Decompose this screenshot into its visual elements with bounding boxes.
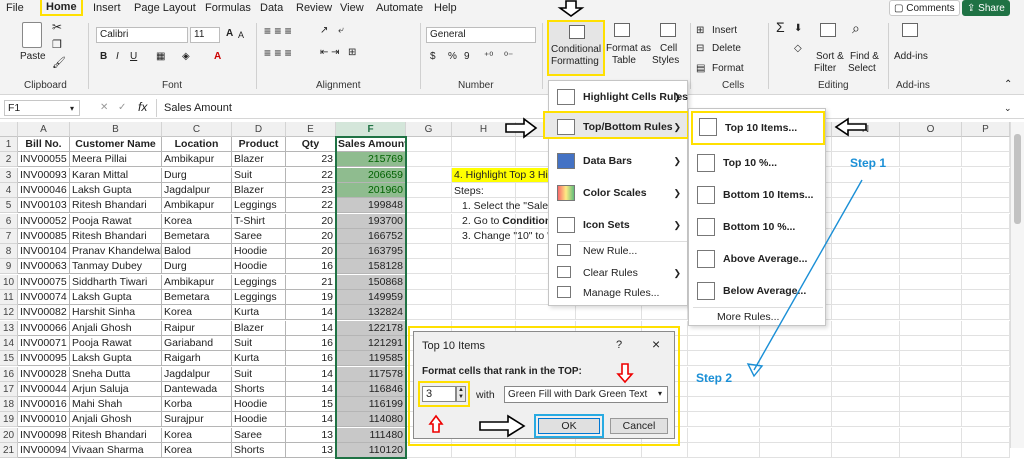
red-arrow-up-icon	[428, 414, 444, 433]
step-arrowhead-icon	[746, 363, 764, 378]
arrow-right-icon	[505, 117, 538, 139]
arrow-ok-icon	[479, 414, 526, 438]
red-arrow-down-icon	[616, 363, 634, 384]
step-1-label: Step 1	[850, 156, 887, 170]
annotation-overlay	[428, 0, 867, 438]
arrow-down-icon	[557, 0, 585, 17]
step-2-label: Step 2	[696, 371, 733, 385]
step-connector-line	[753, 179, 863, 371]
arrow-left-icon	[834, 117, 867, 137]
